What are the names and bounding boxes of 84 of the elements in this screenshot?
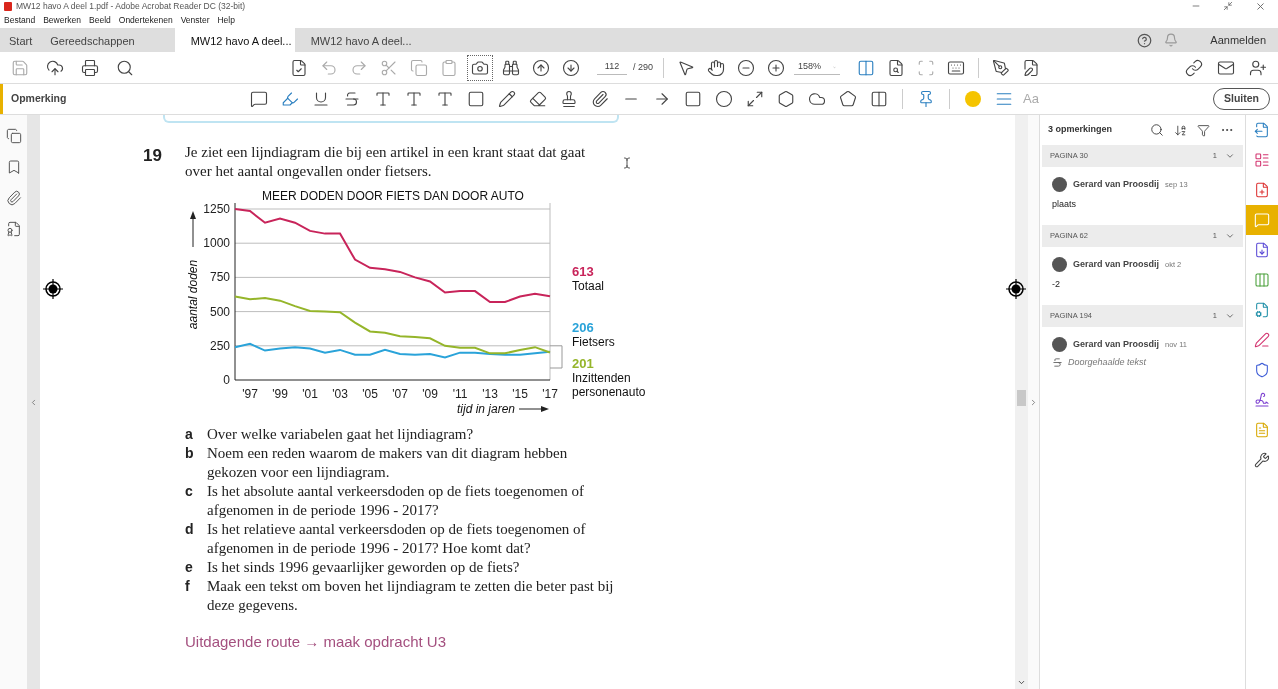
window-title: MW12 havo A deel 1.pdf - Adobe Acrobat Reader DC (32-bit) [16,2,246,11]
x-tick-label: '09 [422,387,438,401]
strikethrough-icon [1052,357,1063,369]
comment-author: Gerard van Proosdij [1073,337,1160,351]
question-text: Noem een reden waarom de makers van dit diagram hebben gekozen voor een lijndiagram. [207,444,569,482]
x-tick-label: '07 [392,387,408,401]
question-letter: a [185,425,194,444]
question-text: Maak een tekst om boven het lijndiagram te zetten die beter past bij deze gegevens. [207,577,615,615]
menu-item[interactable]: Help [217,16,235,25]
series-label: Fietsers [572,334,615,349]
bell-icon [1164,33,1179,47]
tab[interactable]: MW12 havo A deel... [174,28,295,52]
app-icon [4,2,12,11]
avatar-icon [1052,257,1067,272]
expand-icon [1029,397,1038,407]
y-tick-label: 250 [209,338,230,353]
menu-item[interactable]: Ondertekenen [118,16,173,25]
color-swatch[interactable] [965,91,981,107]
camera-icon[interactable] [467,54,493,81]
x-axis-arrow [518,406,549,412]
series-value: 201 [572,356,594,371]
crosshair-icon [43,279,63,299]
y-tick-label: 1000 [203,236,230,251]
x-axis-label: tijd in jaren [456,402,515,416]
page-total: / 290 [633,60,654,74]
series-value: 613 [572,264,594,280]
sign-in-link[interactable]: Aanmelden [1210,31,1266,49]
menu-item[interactable]: Bestand [4,16,36,25]
series-label: Inzittenden personenauto [572,371,646,399]
comment-author: Gerard van Proosdij [1073,177,1160,191]
x-tick-label: '15 [512,387,528,401]
question-text: Is het sinds 1996 gevaarlijker geworden op de fiets? [207,558,521,577]
question-letter: b [185,444,195,463]
comment-author: Gerard van Proosdij [1073,257,1160,271]
chart-title: MEER DODEN DOOR FIETS DAN DOOR AUTO [262,189,524,203]
y-tick-label: 0 [223,373,230,387]
x-tick-label: '13 [482,387,498,401]
menu-item[interactable]: Beeld [89,16,111,25]
chevron-icon [1225,311,1235,321]
scrollbar-thumb[interactable] [1017,389,1026,406]
menu-item[interactable]: Venster [180,16,210,25]
question-number: 19 [143,145,163,167]
question-letter: e [185,558,194,577]
close-icon [1255,1,1266,12]
x-tick-label: '17 [542,387,558,401]
question-text: Is het relatieve aantal verkeersdoden op de fiets toegenomen of afgenomen in de periode 1996 - 2017? Hoe komt dat? [207,520,587,558]
y-axis-arrow [190,211,196,248]
x-tick-label: '99 [272,387,288,401]
avatar-icon [1052,337,1067,352]
y-tick-label: 750 [209,270,230,285]
toolbar-title: Opmerking [11,91,68,107]
y-axis-label: aantal doden [186,259,200,330]
collapse-icon [29,397,38,407]
menu-item[interactable]: Bewerken [43,16,81,25]
comment-body: -2 [1052,278,1061,291]
series-value: 206 [572,319,594,335]
question-letter: c [185,482,194,501]
comment-body: plaats [1052,198,1078,211]
text-cursor-icon [621,157,633,169]
x-tick-label: '97 [242,387,258,401]
help-icon [1137,32,1153,48]
question-text: Over welke variabelen gaat het lijndiagram? [207,425,475,444]
chevron-icon [1225,231,1235,241]
chevron-icon [1225,151,1235,161]
x-tick-label: '01 [302,387,318,401]
comment-body: Doorgehaalde tekst [1068,356,1147,369]
comments-title: 3 opmerkingen [1048,123,1112,137]
y-tick-label: 1250 [203,202,230,216]
question-letter: f [185,577,191,596]
challenge-link[interactable]: Uitdagende route → maak opdracht U3 [185,631,1015,654]
zoom-dropdown[interactable]: 158% [794,60,841,75]
question-letter: d [185,520,195,539]
scroll-down-icon [1017,678,1026,687]
page-field[interactable]: 112 [597,60,627,75]
x-tick-label: '03 [332,387,348,401]
question-intro: Je ziet een lijndiagram die bij een artikel in een krant staat dat gaat over het aantal ongevallen onder fietsers. [185,143,587,181]
series-label: Totaal [572,279,605,294]
x-tick-label: '05 [362,387,378,401]
avatar-icon [1052,177,1067,192]
bracket-line [549,345,563,369]
y-tick-label: 500 [209,304,230,319]
restore-icon [1223,1,1233,11]
question-text: Is het absolute aantal verkeersdoden op de fiets toegenomen of afgenomen in de periode 1996 - 2017? [207,482,585,520]
x-tick-label: '11 [452,387,468,401]
